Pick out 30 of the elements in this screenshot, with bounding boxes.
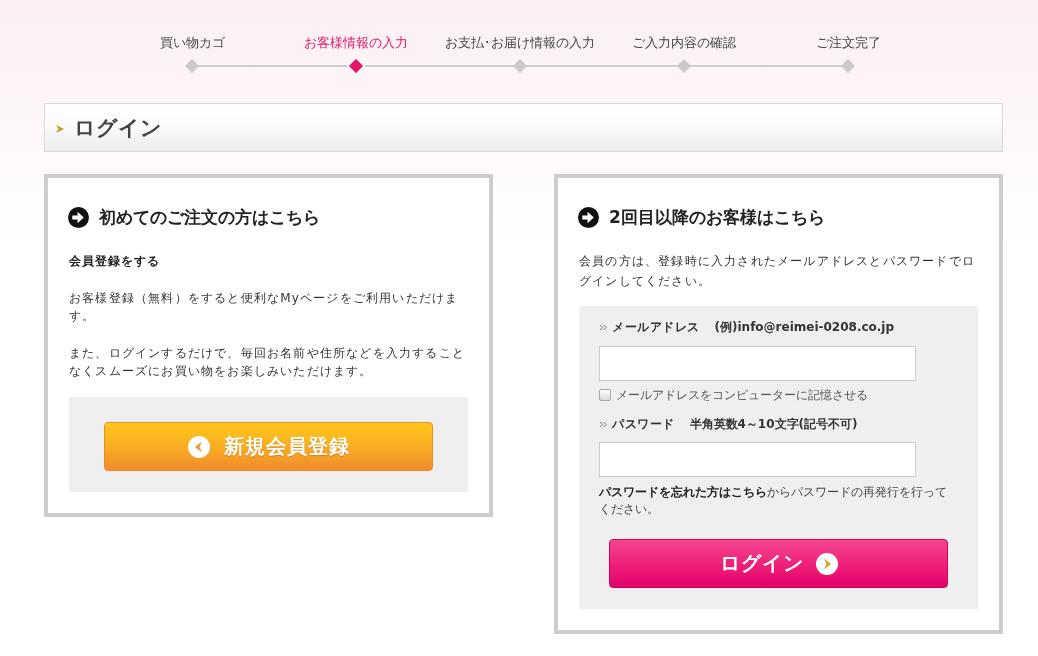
subheading: 会員登録をする [69,253,161,270]
login-button[interactable]: ログイン [609,539,948,588]
section-heading: ログイン [74,114,162,142]
remember-checkbox[interactable] [599,389,611,401]
chevron-circle-icon [187,435,210,458]
card-title: 2回目以降のお客様はこちら [609,205,825,229]
chevron-circle-icon [815,552,838,575]
step-label: お支払･お届け情報の入力 [445,34,595,52]
chevron-icon [55,124,65,134]
step-label: ご入力内容の確認 [632,34,736,52]
password-hint: 半角英数4～10文字(記号不可) [689,415,858,433]
double-chevron-icon [599,420,608,428]
paragraph: 会員の方は、登録時に入力されたメールアドレスとパスワードでログインしてください。 [579,253,976,290]
step-label: 買い物カゴ [159,34,225,52]
card-title: 初めてのご注文の方はこちら [99,205,320,229]
step-label: ご注文完了 [815,34,881,52]
forgot-password-text: パスワードを忘れた方はこちらからパスワードの再発行を行ってください。 [599,484,948,518]
email-hint: (例)info@reimei-0208.co.jp [714,318,895,336]
double-chevron-icon [599,323,608,331]
email-field[interactable] [599,346,916,381]
password-field[interactable] [599,442,916,477]
step-label: お客様情報の入力 [304,34,408,52]
paragraph: お客様登録（無料）をすると便利なMyページをご利用いただけます。 [69,290,460,325]
arrow-circle-icon [68,206,89,228]
password-label: パスワード [612,415,675,433]
forgot-password-link[interactable]: パスワードを忘れた方はこちら [599,485,767,499]
email-label: メールアドレス [612,318,700,336]
paragraph: また、ログインするだけで、毎回お名前や住所などを入力することなくスムーズにお買い物をお楽しみいただけます。 [69,345,466,380]
checkbox-label: メールアドレスをコンピューターに記憶させる [616,387,868,404]
arrow-circle-icon [578,206,599,228]
